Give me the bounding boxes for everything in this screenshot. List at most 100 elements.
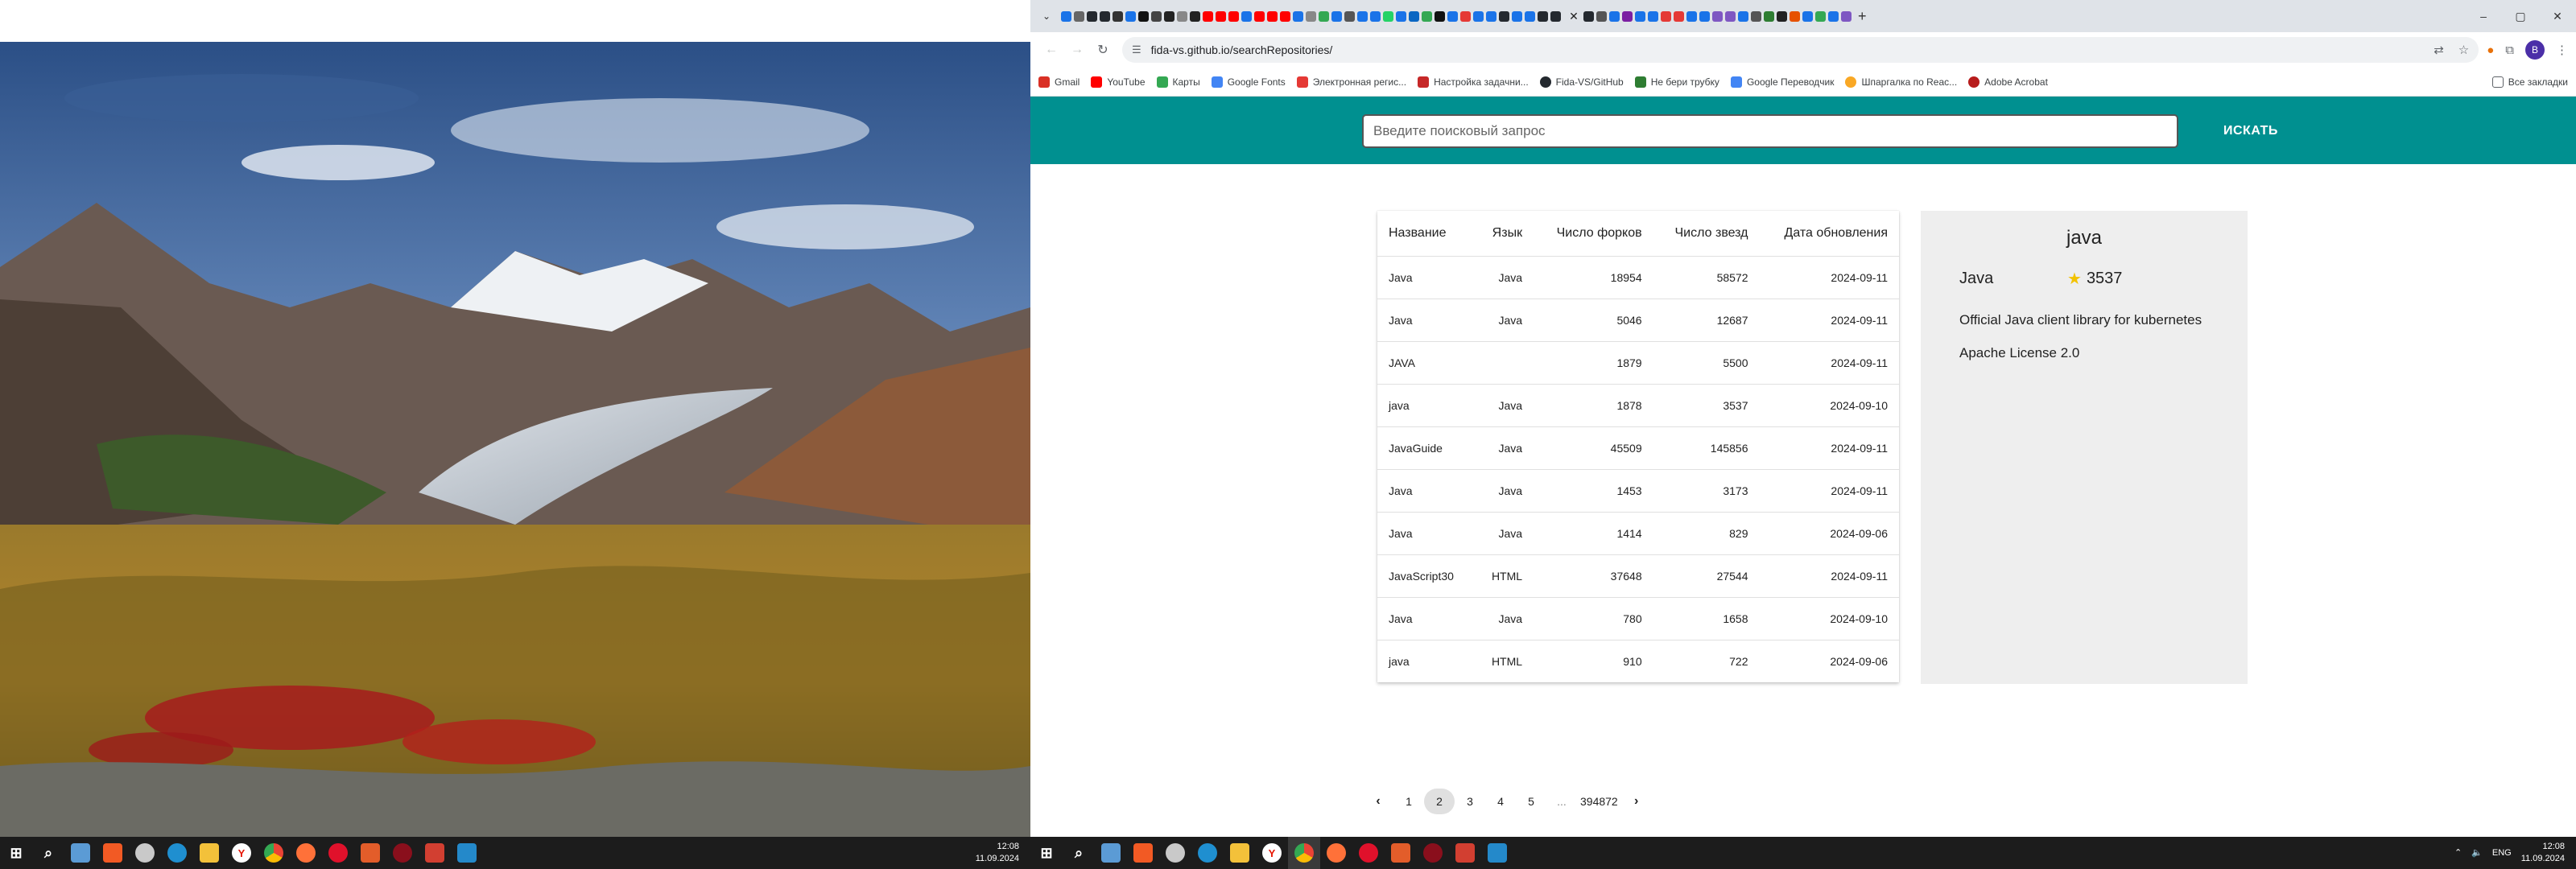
all-bookmarks[interactable]: Все закладки	[2491, 76, 2568, 88]
pagination-last-page[interactable]: 394872	[1577, 789, 1621, 814]
table-row[interactable]: java HTML 910 722 2024-09-06	[1377, 640, 1899, 682]
left-clock[interactable]: 12:08 11.09.2024	[976, 841, 1030, 865]
bookmark-react-cheatsheet[interactable]: Шпаргалка по Reac...	[1845, 76, 1957, 88]
maximize-button[interactable]: ▢	[2502, 0, 2539, 32]
tab-favicon[interactable]	[1815, 10, 1826, 22]
volume-icon[interactable]: 🔈	[2471, 847, 2483, 859]
tab-favicon[interactable]	[1267, 10, 1278, 22]
taskbar-opera[interactable]	[322, 837, 354, 869]
close-window-button[interactable]: ✕	[2539, 0, 2576, 32]
pagination-next-button[interactable]: ›	[1621, 789, 1652, 814]
bookmark-star-icon[interactable]: ☆	[2458, 43, 2469, 57]
taskbar-yandex[interactable]: Y	[225, 837, 258, 869]
taskbar-explorer[interactable]	[1224, 837, 1256, 869]
taskbar-app[interactable]	[1159, 837, 1191, 869]
tray-chevron-up-icon[interactable]: ⌃	[2454, 847, 2462, 859]
pagination-page-1[interactable]: 1	[1393, 789, 1424, 814]
taskbar-notepad[interactable]	[64, 837, 97, 869]
taskbar-firefox[interactable]	[1320, 837, 1352, 869]
extension-icon[interactable]: ●	[2487, 43, 2494, 57]
tab-favicon[interactable]	[1674, 10, 1684, 22]
tab-favicon[interactable]	[1648, 10, 1658, 22]
tab-favicon[interactable]	[1280, 10, 1290, 22]
taskbar-firefox[interactable]	[290, 837, 322, 869]
tab-favicon[interactable]	[1751, 10, 1761, 22]
table-row[interactable]: JAVA 1879 5500 2024-09-11	[1377, 341, 1899, 385]
tab-favicon[interactable]	[1550, 10, 1561, 22]
tab-favicon[interactable]	[1699, 10, 1710, 22]
tab-search-dropdown[interactable]: ⌄	[1037, 6, 1056, 26]
tab-favicon[interactable]	[1538, 10, 1548, 22]
tab-favicon[interactable]	[1738, 10, 1748, 22]
tab-favicon[interactable]	[1151, 10, 1162, 22]
taskbar-brave[interactable]	[1127, 837, 1159, 869]
tab-favicon[interactable]	[1609, 10, 1620, 22]
bookmark-google-fonts[interactable]: Google Fonts	[1211, 76, 1286, 88]
taskbar-edge[interactable]	[161, 837, 193, 869]
tab-favicon[interactable]	[1100, 10, 1110, 22]
right-clock[interactable]: 12:08 11.09.2024	[2521, 841, 2565, 865]
new-tab-button[interactable]: +	[1858, 8, 1867, 25]
taskbar-app3[interactable]	[1449, 837, 1481, 869]
bookmark-adobe-acrobat[interactable]: Adobe Acrobat	[1968, 76, 2048, 88]
tab-favicon[interactable]	[1447, 10, 1458, 22]
tab-favicon[interactable]	[1583, 10, 1594, 22]
tab-favicon[interactable]	[1293, 10, 1303, 22]
taskbar-vscode[interactable]	[451, 837, 483, 869]
tab-favicon[interactable]	[1828, 10, 1839, 22]
taskbar-opera-gx[interactable]	[1417, 837, 1449, 869]
tab-favicon[interactable]	[1344, 10, 1355, 22]
taskbar-brave[interactable]	[97, 837, 129, 869]
extensions-puzzle-icon[interactable]: ⧉	[2505, 43, 2514, 57]
taskbar-opera-gx[interactable]	[386, 837, 419, 869]
tab-favicon[interactable]	[1422, 10, 1432, 22]
forward-button[interactable]: →	[1064, 37, 1090, 63]
tab-favicon[interactable]	[1190, 10, 1200, 22]
tab-favicon[interactable]	[1125, 10, 1136, 22]
tab-favicon[interactable]	[1203, 10, 1213, 22]
tab-favicon[interactable]	[1712, 10, 1723, 22]
translate-icon[interactable]: ⇄	[2434, 43, 2444, 57]
keyboard-language[interactable]: ENG	[2492, 847, 2512, 859]
table-row[interactable]: Java Java 1453 3173 2024-09-11	[1377, 469, 1899, 513]
tab-favicon[interactable]	[1435, 10, 1445, 22]
minimize-button[interactable]: –	[2465, 0, 2502, 32]
tab-favicon[interactable]	[1686, 10, 1697, 22]
pagination-prev-button[interactable]: ‹	[1363, 789, 1393, 814]
tab-favicon[interactable]	[1473, 10, 1484, 22]
bookmark-google-translate[interactable]: Google Переводчик	[1730, 76, 1834, 88]
table-row[interactable]: Java Java 780 1658 2024-09-10	[1377, 597, 1899, 640]
pagination-page-4[interactable]: 4	[1485, 789, 1516, 814]
tab-favicon[interactable]	[1138, 10, 1149, 22]
tab-favicon[interactable]	[1306, 10, 1316, 22]
tab-favicon[interactable]	[1622, 10, 1633, 22]
taskbar-app3[interactable]	[419, 837, 451, 869]
address-bar[interactable]: ☰ fida-vs.github.io/searchRepositories/ …	[1122, 37, 2479, 63]
taskbar-yandex[interactable]: Y	[1256, 837, 1288, 869]
tab-favicon[interactable]	[1061, 10, 1071, 22]
tab-favicon[interactable]	[1254, 10, 1265, 22]
table-row[interactable]: Java Java 1414 829 2024-09-06	[1377, 512, 1899, 555]
bookmark-gmail[interactable]: Gmail	[1038, 76, 1080, 88]
back-button[interactable]: ←	[1038, 37, 1064, 63]
tab-favicon[interactable]	[1370, 10, 1381, 22]
reload-button[interactable]: ↻	[1090, 37, 1116, 63]
tab-favicon[interactable]	[1357, 10, 1368, 22]
taskbar-search-button[interactable]: ⌕	[32, 837, 64, 869]
tab-favicon[interactable]	[1228, 10, 1239, 22]
tab-favicon[interactable]	[1596, 10, 1607, 22]
tab-favicon[interactable]	[1764, 10, 1774, 22]
tab-favicon[interactable]	[1331, 10, 1342, 22]
column-header-name[interactable]: Название	[1377, 211, 1475, 257]
bookmark-maps[interactable]: Карты	[1156, 76, 1200, 88]
tab-favicon[interactable]	[1486, 10, 1496, 22]
tab-favicon[interactable]	[1241, 10, 1252, 22]
tab-favicon[interactable]	[1661, 10, 1671, 22]
taskbar-app2[interactable]	[354, 837, 386, 869]
table-row[interactable]: Java Java 18954 58572 2024-09-11	[1377, 256, 1899, 299]
column-header-forks[interactable]: Число форков	[1534, 211, 1653, 257]
taskbar-explorer[interactable]	[193, 837, 225, 869]
pagination-page-2[interactable]: 2	[1424, 789, 1455, 814]
taskbar-app2[interactable]	[1385, 837, 1417, 869]
taskbar-vscode[interactable]	[1481, 837, 1513, 869]
